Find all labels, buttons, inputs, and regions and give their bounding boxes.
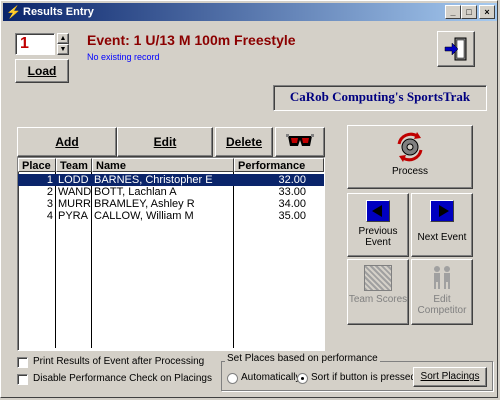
table-row[interactable]: 4 PYRA CALLOW, William M 35.00: [18, 210, 324, 222]
results-entry-window: ⚡ Results Entry _ □ × 1 ▲ ▼ Load Event: …: [0, 0, 498, 398]
table-cell-performance: 35.00: [278, 210, 306, 222]
delete-button-label: Delete: [225, 135, 263, 149]
process-button[interactable]: Process: [347, 125, 473, 189]
exit-button[interactable]: [437, 31, 475, 67]
sort-placings-label: Sort Placings: [420, 371, 480, 382]
column-header-team[interactable]: Team: [56, 158, 92, 172]
load-button-label: Load: [27, 64, 57, 78]
edit-competitor-button[interactable]: Edit Competitor: [411, 259, 473, 325]
exit-door-icon: [444, 37, 467, 61]
column-header-place[interactable]: Place: [18, 158, 56, 172]
table-cell-team: WAND: [58, 186, 91, 198]
edit-button-label: Edit: [153, 135, 177, 149]
event-number-value: 1: [20, 35, 29, 52]
table-row[interactable]: 2 WAND BOTT, Lachlan A 33.00: [18, 186, 324, 198]
table-row[interactable]: 1 LODD BARNES, Christopher E 32.00: [18, 174, 324, 186]
next-event-label: Next Event: [417, 232, 467, 243]
add-button[interactable]: Add: [17, 127, 117, 157]
table-cell-name: BOTT, Lachlan A: [94, 186, 177, 198]
record-status: No existing record: [87, 52, 160, 62]
title-bar[interactable]: ⚡ Results Entry _ □ ×: [3, 3, 497, 21]
print-results-checkbox[interactable]: [17, 357, 28, 368]
table-cell-performance: 33.00: [278, 186, 306, 198]
previous-event-label: Previous Event: [358, 226, 398, 248]
edit-competitor-label: Edit Competitor: [417, 294, 467, 316]
table-cell-name: BARNES, Christopher E: [94, 174, 213, 186]
table-cell-place: 2: [46, 186, 53, 198]
close-button[interactable]: ×: [479, 5, 495, 19]
spinner-up-button[interactable]: ▲: [57, 33, 69, 44]
minimize-button[interactable]: _: [445, 5, 461, 19]
disable-check-label[interactable]: Disable Performance Check on Placings: [33, 373, 212, 384]
view-button[interactable]: [275, 127, 325, 157]
edit-button[interactable]: Edit: [117, 127, 213, 157]
event-title: Event: 1 U/13 M 100m Freestyle: [87, 32, 296, 48]
app-icon: ⚡: [6, 5, 21, 19]
sort-placings-button[interactable]: Sort Placings: [413, 367, 487, 387]
table-cell-team: PYRA: [58, 210, 88, 222]
table-cell-place: 4: [46, 210, 53, 222]
automatically-radio[interactable]: [227, 373, 238, 384]
table-cell-place: 3: [46, 198, 53, 210]
table-cell-performance: 32.00: [278, 174, 306, 186]
table-cell-place: 1: [46, 174, 53, 186]
disable-check-checkbox[interactable]: [17, 374, 28, 385]
competitor-icon: [434, 266, 450, 289]
column-header-name[interactable]: Name: [92, 158, 234, 172]
print-results-label[interactable]: Print Results of Event after Processing: [33, 356, 204, 367]
team-scores-label: Team Scores: [348, 294, 408, 305]
process-label: Process: [391, 166, 429, 177]
sunglasses-icon: [286, 134, 314, 146]
results-table[interactable]: Place Team Name Performance 1 LODD BARNES,…: [17, 157, 325, 351]
table-cell-team: MURR: [58, 198, 91, 210]
team-scores-button[interactable]: Team Scores: [347, 259, 409, 325]
spinner-down-button[interactable]: ▼: [57, 44, 69, 55]
arrow-left-icon: [366, 200, 390, 222]
team-scores-icon: [364, 265, 392, 291]
process-icon: [397, 132, 423, 162]
automatically-label[interactable]: Automatically: [241, 372, 300, 383]
table-cell-team: LODD: [58, 174, 89, 186]
table-cell-name: BRAMLEY, Ashley R: [94, 198, 195, 210]
arrow-right-icon: [430, 200, 454, 222]
column-header-performance[interactable]: Performance: [234, 158, 324, 172]
next-event-button[interactable]: Next Event: [411, 193, 473, 257]
set-places-legend: Set Places based on performance: [225, 353, 380, 364]
table-row[interactable]: 3 MURR BRAMLEY, Ashley R 34.00: [18, 198, 324, 210]
sort-if-pressed-label[interactable]: Sort if button is pressed:: [311, 372, 419, 383]
maximize-button[interactable]: □: [461, 5, 477, 19]
delete-button[interactable]: Delete: [215, 127, 273, 157]
event-number-input[interactable]: 1: [15, 33, 55, 55]
table-cell-name: CALLOW, William M: [94, 210, 194, 222]
load-button[interactable]: Load: [15, 59, 69, 83]
previous-event-button[interactable]: Previous Event: [347, 193, 409, 257]
brand-panel: CaRob Computing's SportsTrak: [273, 85, 487, 111]
add-button-label: Add: [55, 135, 79, 149]
table-cell-performance: 34.00: [278, 198, 306, 210]
window-title: Results Entry: [23, 6, 94, 18]
sort-if-pressed-radio[interactable]: [297, 373, 308, 384]
